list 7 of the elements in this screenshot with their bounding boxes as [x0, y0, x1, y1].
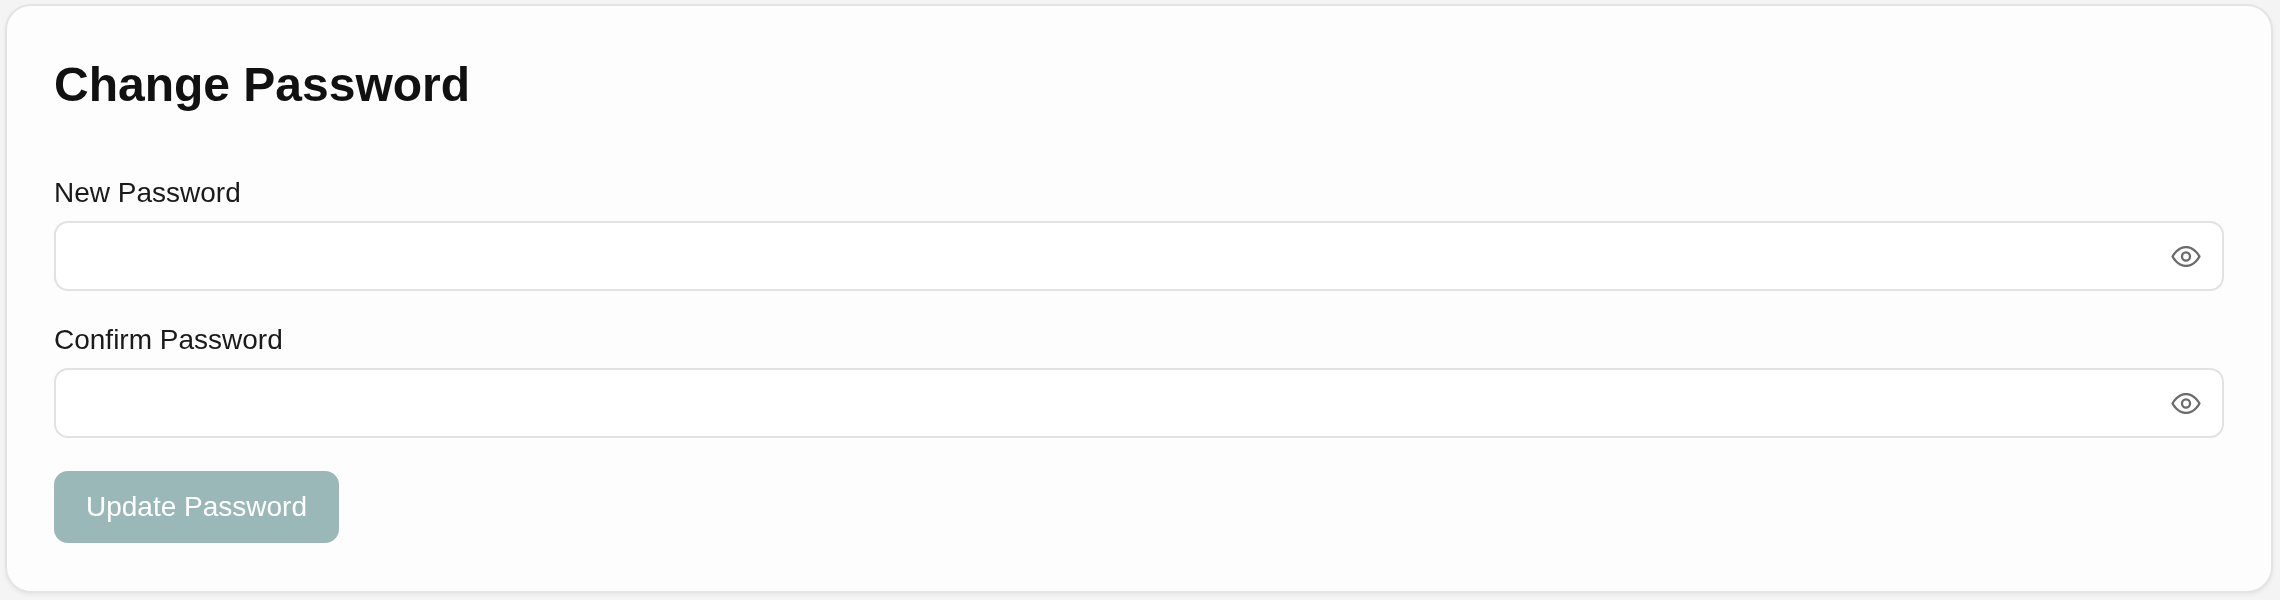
- eye-icon[interactable]: [2171, 392, 2201, 414]
- field-label: New Password: [54, 176, 241, 210]
- password-field[interactable]: [54, 368, 2224, 438]
- eye-icon[interactable]: [2171, 245, 2201, 267]
- password-field[interactable]: [54, 221, 2224, 291]
- field-label: Confirm Password: [54, 323, 283, 357]
- form-title: Change Password: [54, 57, 471, 113]
